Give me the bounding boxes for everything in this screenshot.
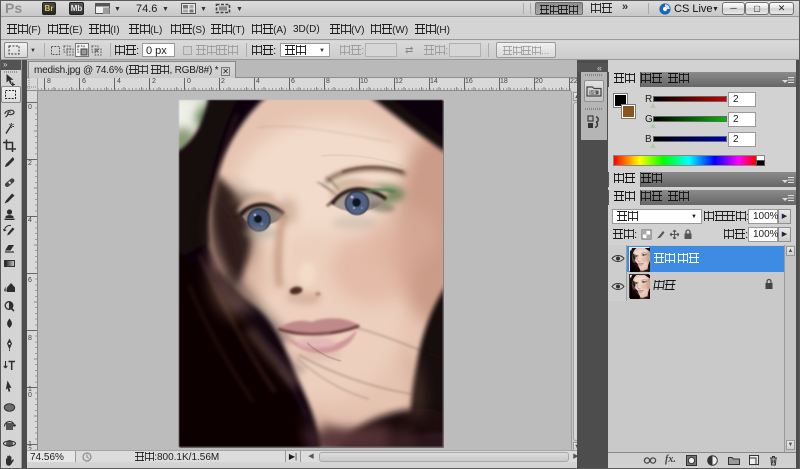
svg-text:Mb: Mb: [590, 90, 597, 95]
